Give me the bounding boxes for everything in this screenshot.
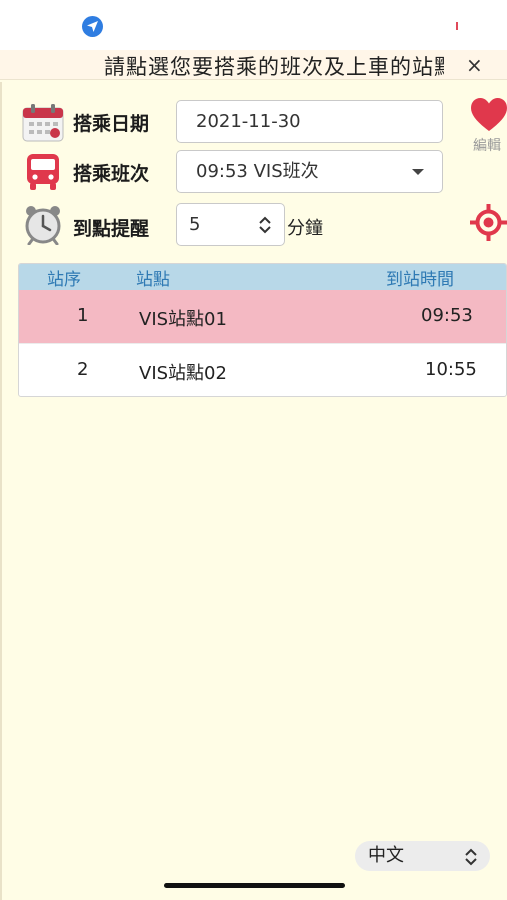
reminder-minutes-select[interactable]: 5 [176,203,285,246]
table-header: 站序 站點 到站時間 [19,264,506,290]
stepper-arrows-icon [259,216,271,234]
row-stop: VIS站點01 [139,309,227,330]
header-seq: 站序 [47,270,81,290]
bus-icon [27,154,59,190]
row-arrival: 10:55 [425,359,477,380]
header-arrival: 到站時間 [386,270,454,290]
left-divider [0,82,2,900]
status-bar [0,0,507,50]
edit-favorite-label[interactable]: 編輯 [473,135,501,155]
trip-value: 09:53 VIS班次 [196,161,319,182]
reminder-label: 到點提醒 [73,218,150,240]
location-arrow-icon [82,16,103,37]
row-seq: 2 [77,359,89,380]
trip-label: 搭乘班次 [73,163,150,185]
calendar-icon [22,104,64,142]
language-value: 中文 [368,845,404,866]
date-value: 2021-11-30 [196,111,301,132]
row-seq: 1 [77,305,89,326]
banner-text: 請點選您要搭乘的班次及上車的站點 [104,55,444,79]
header-stop: 站點 [136,270,170,290]
heart-icon[interactable] [471,98,507,132]
trip-select[interactable]: 09:53 VIS班次 [176,150,443,193]
date-input[interactable]: 2021-11-30 [176,100,443,143]
status-indicator [456,22,458,30]
minutes-unit-label: 分鐘 [287,218,323,239]
table-row[interactable]: 1 VIS站點01 09:53 [19,290,506,343]
stops-table: 站序 站點 到站時間 1 VIS站點01 09:53 2 VIS站點02 10:… [18,263,507,397]
close-banner-button[interactable]: × [466,53,483,77]
row-arrival: 09:53 [421,305,473,326]
language-select[interactable]: 中文 [355,841,490,871]
reminder-value: 5 [189,214,201,235]
home-indicator[interactable] [164,883,345,888]
alarm-clock-icon [25,206,61,245]
date-label: 搭乘日期 [73,113,150,135]
row-stop: VIS站點02 [139,363,227,384]
instruction-banner: 請點選您要搭乘的班次及上車的站點 × [0,50,507,80]
stepper-arrows-icon [465,848,477,866]
crosshair-icon[interactable] [470,204,507,241]
table-row[interactable]: 2 VIS站點02 10:55 [19,343,506,396]
chevron-down-icon [412,169,424,175]
